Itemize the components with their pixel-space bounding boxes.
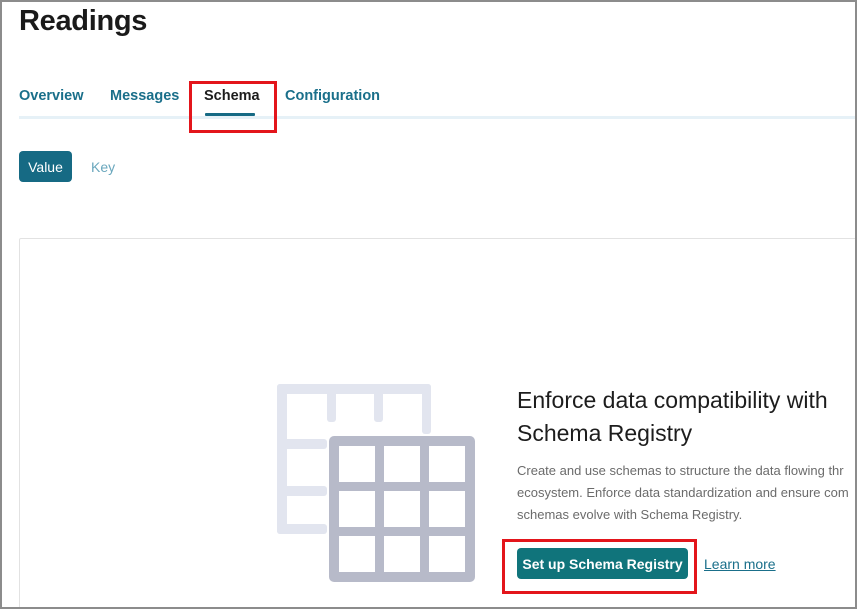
empty-state-title-line-2: Schema Registry <box>517 420 693 446</box>
empty-state-title: Enforce data compatibility with Schema R… <box>517 384 847 450</box>
schema-table-icon <box>277 384 475 582</box>
empty-state-title-line-1: Enforce data compatibility with <box>517 387 828 413</box>
tab-configuration[interactable]: Configuration <box>285 88 380 104</box>
highlight-box-setup-button <box>502 539 697 594</box>
empty-state-description: Create and use schemas to structure the … <box>517 460 855 526</box>
schema-value-toggle[interactable]: Value <box>19 151 72 182</box>
tab-overview[interactable]: Overview <box>19 88 84 104</box>
tab-messages[interactable]: Messages <box>110 88 179 104</box>
empty-state-description-line-2: ecosystem. Enforce data standardization … <box>517 485 849 500</box>
empty-state-description-line-1: Create and use schemas to structure the … <box>517 463 844 478</box>
empty-state-description-line-3: schemas evolve with Schema Registry. <box>517 507 743 522</box>
schema-key-toggle[interactable]: Key <box>91 159 115 175</box>
tab-bar-divider <box>19 116 855 119</box>
app-window: Readings Overview Messages Schema Config… <box>0 0 857 609</box>
page-title: Readings <box>19 5 148 37</box>
learn-more-link[interactable]: Learn more <box>704 556 776 572</box>
highlight-box-schema-tab <box>189 81 277 133</box>
